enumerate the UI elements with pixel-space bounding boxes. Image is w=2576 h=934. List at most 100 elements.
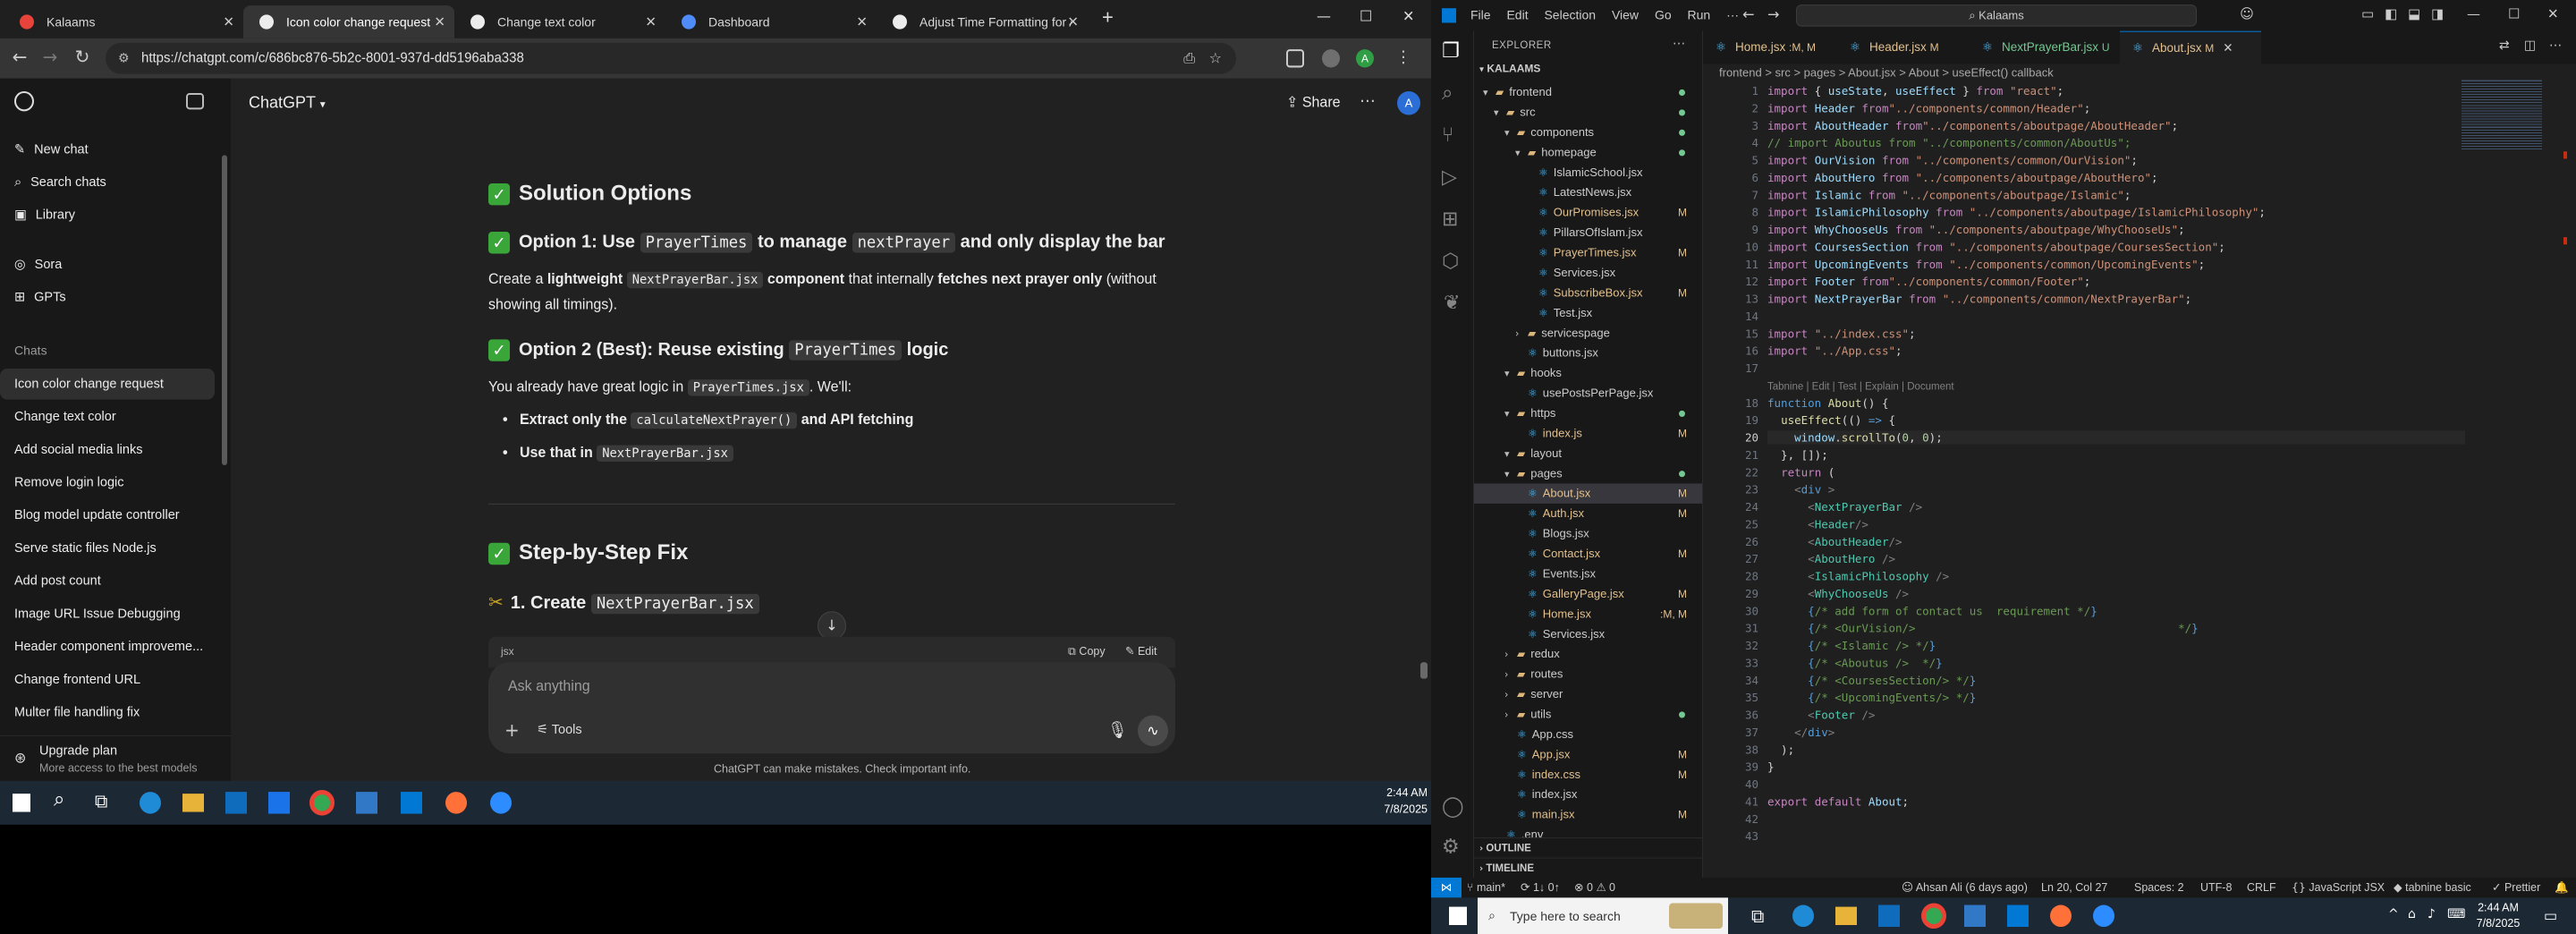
file-tree-file[interactable]: ⚛ index.js M [1474,423,1702,443]
chrome-menu-icon[interactable]: ⋮ [1395,47,1411,66]
tabnine-status[interactable]: ◆ tabnine basic [2394,878,2471,897]
toggle-sidebar-icon[interactable] [186,93,204,110]
accounts-icon[interactable]: ◯ [1442,795,1464,818]
file-tree-file[interactable]: ⚛ buttons.jsx [1474,343,1702,362]
language-mode[interactable]: {} JavaScript JSX [2292,878,2385,897]
sora-button[interactable]: ◎ Sora [14,258,62,272]
edge-icon[interactable] [140,792,161,814]
prompt-input[interactable]: Ask anything [508,679,590,695]
message-composer[interactable]: Ask anything + ⚟ Tools 🎙 ∿ [488,662,1175,754]
git-sync[interactable]: ⟳ 1↓ 0↑ [1521,878,1560,897]
file-tree-folder[interactable]: › ▰ utils [1474,704,1702,724]
menu-file[interactable]: File [1470,7,1491,21]
file-tree-file[interactable]: ⚛ App.jsx M [1474,744,1702,764]
copy-code-button[interactable]: ⧉ Copy [1068,644,1106,658]
app-icon[interactable] [356,792,377,814]
file-tree-file[interactable]: ⚛ index.css M [1474,765,1702,785]
sidebar-scrollbar[interactable] [222,155,227,466]
chat-history-item[interactable]: Header component improveme... [0,632,215,663]
tools-button[interactable]: ⚟ Tools [537,723,582,737]
toggle-panel-icon[interactable]: ⬓ [2408,5,2420,21]
file-tree-file[interactable]: ⚛ About.jsx M [1474,483,1702,504]
file-tree-folder[interactable]: › ▰ routes [1474,664,1702,684]
reload-icon[interactable]: ↻ [70,46,95,67]
account-avatar[interactable]: A [1356,49,1374,68]
close-tab-icon[interactable]: ✕ [856,5,868,38]
file-tree-file[interactable]: ⚛ Events.jsx [1474,564,1702,583]
split-editor-icon[interactable]: ◫ [2524,38,2536,53]
copilot-icon[interactable]: ☺ [2240,5,2254,21]
close-window-icon[interactable]: ✕ [1402,7,1414,24]
model-selector[interactable]: ChatGPT ▾ [249,93,326,112]
file-tree-file[interactable]: ⚛ index.jsx [1474,785,1702,804]
notification-center-icon[interactable]: ▭ [2544,907,2557,924]
minimize-icon[interactable]: — [2467,5,2480,21]
file-tree-file[interactable]: ⚛ PillarsOfIslam.jsx [1474,223,1702,242]
chat-history-item[interactable]: Add social media links [0,434,215,465]
chat-history-item[interactable]: Icon color change request [0,368,215,400]
back-icon[interactable]: ← [7,46,32,67]
back-icon[interactable]: ← [1742,5,1754,22]
chat-history-item[interactable]: Change frontend URL [0,664,215,695]
chrome-icon[interactable] [309,790,335,816]
encoding[interactable]: UTF-8 [2200,878,2232,897]
tray-chevron-icon[interactable]: ^ [2388,907,2399,921]
toggle-secondary-sidebar-icon[interactable]: ◨ [2431,5,2444,21]
explorer-icon[interactable]: ❐ [1442,40,1460,63]
vscode-taskbar-icon[interactable] [401,792,422,814]
file-tree-folder[interactable]: ▾ ▰ pages [1474,463,1702,483]
codelens[interactable]: Tabnine | Edit | Test | Explain | Docume… [1767,378,1954,392]
cursor-position[interactable]: Ln 20, Col 27 [2041,878,2107,897]
file-tree-file[interactable]: ⚛ Test.jsx [1474,303,1702,323]
settings-gear-icon[interactable]: ⚙ [1442,836,1460,858]
browser-tab[interactable]: Dashboard ✕ [665,5,877,38]
openai-logo-icon[interactable] [14,90,34,112]
new-chat-button[interactable]: ✎ New chat [14,142,89,157]
url-input[interactable]: ⚙ https://chatgpt.com/c/686bc876-5b2c-80… [106,42,1236,74]
search-icon[interactable]: ⌕ [54,788,64,811]
store-icon[interactable] [225,792,247,814]
file-tree-file[interactable]: ⚛ usePostsPerPage.jsx [1474,383,1702,403]
editor-tab-active[interactable]: ⚛ About.jsx M ✕ [2120,30,2261,64]
edit-code-button[interactable]: ✎ Edit [1125,644,1157,658]
forward-icon[interactable]: → [38,46,63,67]
file-tree-file[interactable]: ⚛ main.jsx M [1474,804,1702,824]
firefox-icon[interactable] [445,792,467,814]
close-window-icon[interactable]: ✕ [2547,5,2559,21]
voice-mode-button[interactable]: ∿ [1138,715,1168,747]
editor-tab[interactable]: ⚛ Home.jsx :M, M [1703,31,1837,64]
file-tree-file[interactable]: ⚛ PrayerTimes.jsx M [1474,242,1702,262]
mongodb-icon[interactable]: ❦ [1444,292,1460,314]
file-tree-folder[interactable]: ▾ ▰ https [1474,403,1702,423]
file-tree-folder[interactable]: ▾ ▰ components [1474,123,1702,142]
file-tree-file[interactable]: ⚛ SubscribeBox.jsx M [1474,283,1702,302]
menu-run[interactable]: Run [1688,7,1711,21]
zoom-icon[interactable] [490,792,512,814]
compare-changes-icon[interactable]: ⇄ [2499,38,2510,53]
menu-more[interactable]: ··· [1726,7,1739,21]
mail-icon[interactable] [268,792,290,814]
editor-tab[interactable]: ⚛ Header.jsx M [1837,31,1970,64]
chat-history-item[interactable]: Change text color [0,402,215,433]
chat-history-item[interactable]: Blog model update controller [0,500,215,531]
workspace-root[interactable]: ▾ KALAAMS [1479,62,1540,74]
forward-icon[interactable]: → [1767,5,1779,22]
problems-indicator[interactable]: ⊗ 0 ⚠ 0 [1574,878,1615,897]
browser-tab[interactable]: Kalaams ✕ [4,5,243,38]
file-tree-folder[interactable]: ▾ ▰ hooks [1474,363,1702,383]
windows-start-icon[interactable] [13,794,30,812]
browser-tab-active[interactable]: Icon color change request ✕ [243,5,454,38]
file-explorer-icon[interactable] [182,794,204,812]
file-tree-folder[interactable]: › ▰ server [1474,684,1702,704]
maximize-icon[interactable]: ☐ [2508,5,2520,21]
git-branch[interactable]: ⑂ main* [1467,878,1505,897]
file-tree-file[interactable]: ⚛ OurPromises.jsx M [1474,202,1702,222]
run-debug-icon[interactable]: ▷ [1442,166,1457,189]
file-tree-folder[interactable]: ▾ ▰ layout [1474,444,1702,463]
new-tab-button[interactable]: + [1102,5,1114,30]
network-icon[interactable]: ⌂ [2408,907,2416,921]
file-tree-folder[interactable]: ▾ ▰ src [1474,102,1702,122]
main-scrollbar[interactable] [1420,662,1428,679]
browser-tab[interactable]: Adjust Time Formatting for AM/ ✕ [877,5,1088,38]
volume-icon[interactable]: ♪ [2428,907,2436,921]
